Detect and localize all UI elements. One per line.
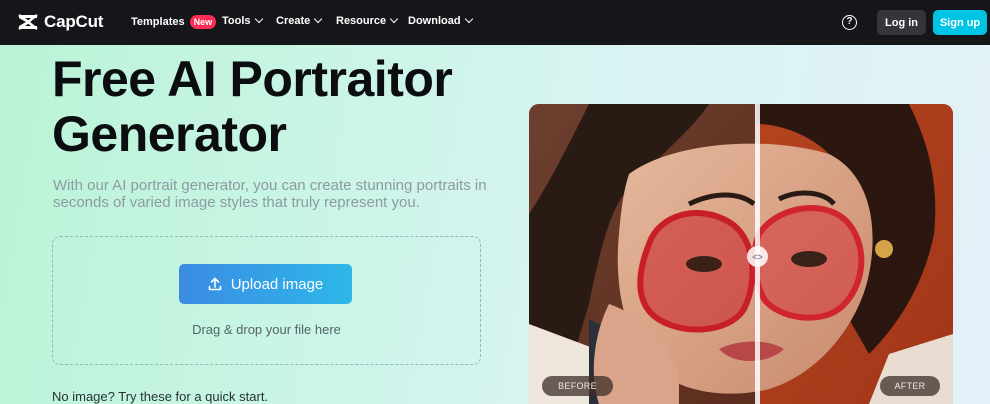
nav-templates[interactable]: Templates New (131, 15, 217, 29)
nav-resource-label: Resource (336, 15, 387, 27)
upload-image-label: Upload image (230, 275, 324, 293)
chevron-down-icon (254, 14, 263, 24)
drag-drop-text: Drag & drop your file here (192, 322, 341, 337)
chevron-down-icon (314, 14, 323, 24)
upload-icon (208, 277, 222, 291)
nav-download[interactable]: Download (408, 14, 473, 27)
top-nav: CapCut Templates New Tools Create Resour… (0, 0, 990, 45)
nav-download-label: Download (408, 15, 461, 27)
page-subtitle: With our AI portrait generator, you can … (53, 177, 487, 211)
page-title: Free AI Portraitor Generator (52, 51, 453, 162)
nav-tools-label: Tools (222, 15, 251, 27)
chevron-down-icon (464, 14, 473, 24)
question-circle-icon[interactable]: ? (842, 15, 857, 30)
nav-templates-label: Templates (131, 16, 185, 28)
after-label: AFTER (880, 376, 940, 396)
upload-image-button[interactable]: Upload image (179, 264, 352, 304)
compare-arrows-icon[interactable]: <> (747, 246, 768, 267)
signup-button[interactable]: Sign up (933, 10, 987, 35)
quick-start-text: No image? Try these for a quick start. (52, 389, 269, 404)
capcut-logo[interactable]: CapCut (17, 12, 103, 32)
nav-create-label: Create (276, 15, 311, 27)
nav-create[interactable]: Create (276, 14, 323, 27)
capcut-logo-icon (18, 14, 38, 30)
portrait-image (529, 104, 953, 404)
new-badge: New (189, 15, 217, 29)
login-button[interactable]: Log in (877, 10, 926, 35)
before-label: BEFORE (542, 376, 613, 396)
nav-tools[interactable]: Tools (222, 14, 263, 27)
before-after-preview[interactable]: <> BEFORE AFTER (529, 104, 953, 404)
logo-text: CapCut (44, 12, 104, 31)
chevron-down-icon (389, 14, 399, 24)
nav-resource[interactable]: Resource (336, 14, 399, 27)
